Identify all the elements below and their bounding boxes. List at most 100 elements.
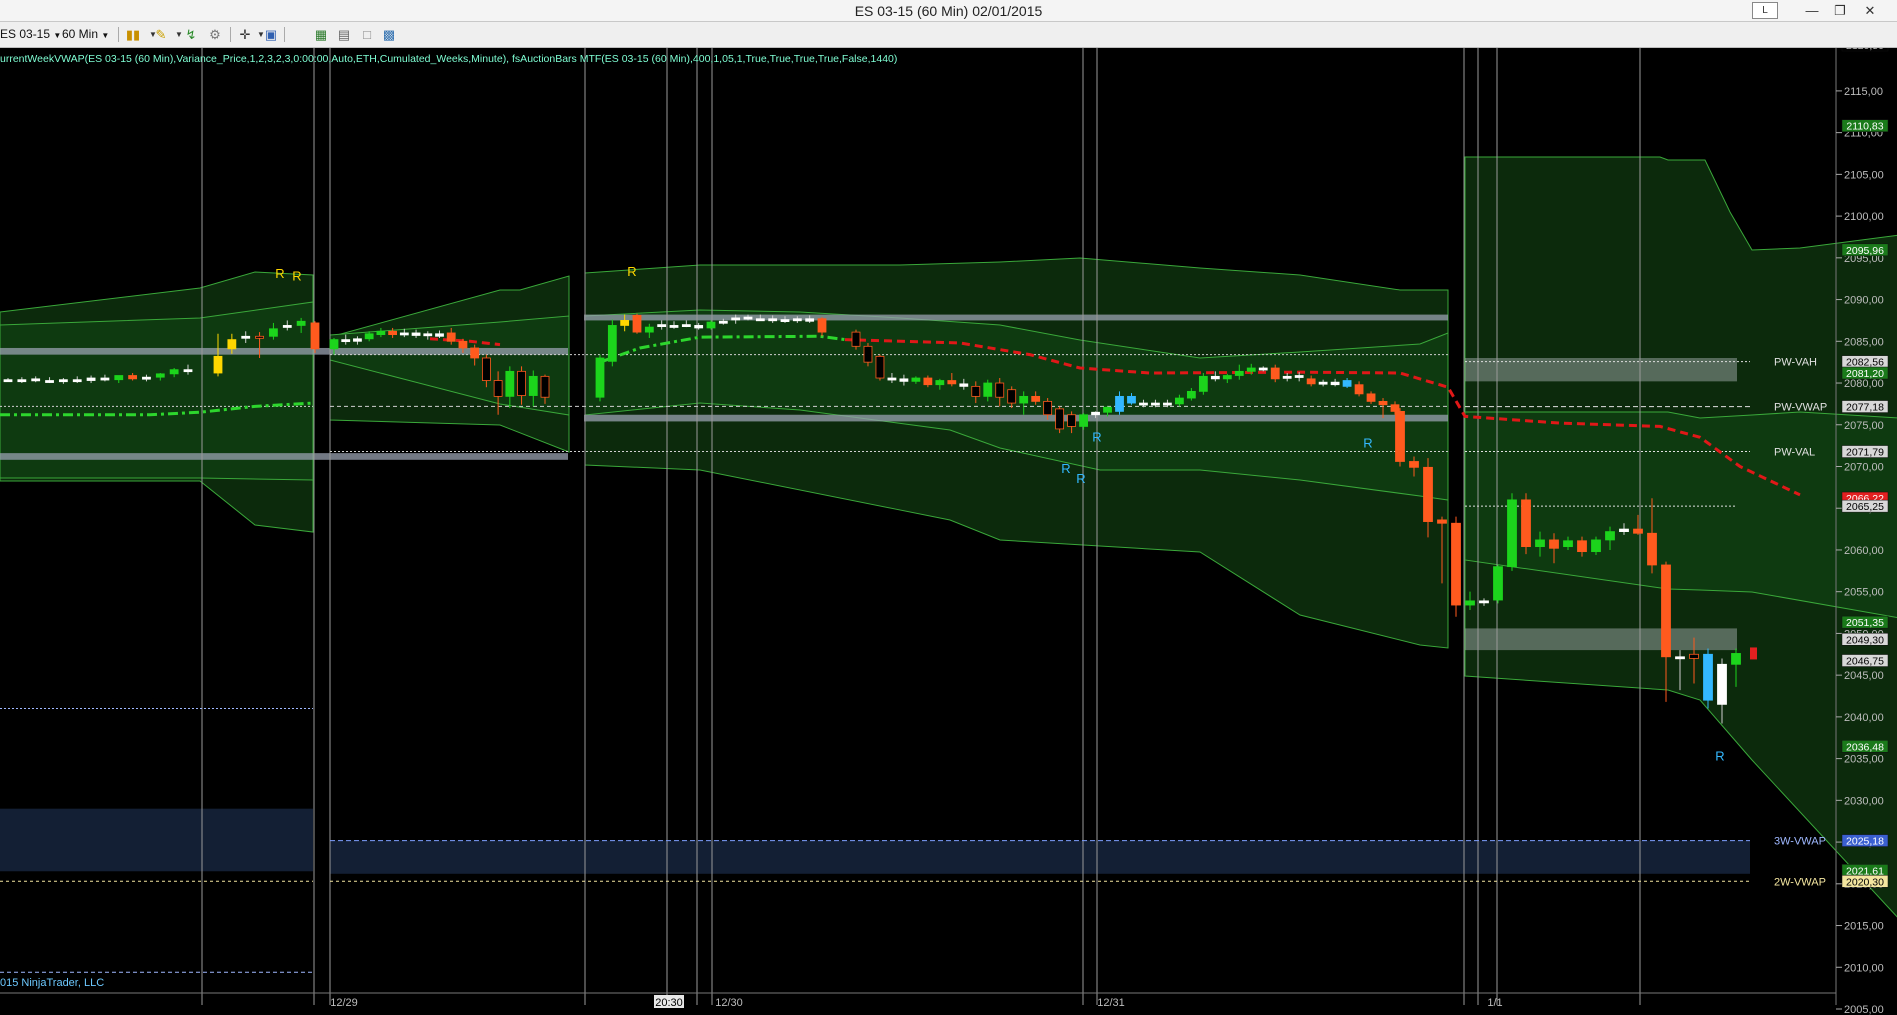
time-tick-label: 12/31 bbox=[1097, 997, 1125, 1009]
candle-body bbox=[493, 380, 503, 397]
candle-body bbox=[632, 315, 642, 333]
candle-body bbox=[282, 325, 292, 328]
lock-button[interactable]: L bbox=[1752, 2, 1778, 19]
price-tick-label: 2075,00 bbox=[1844, 420, 1884, 432]
chart-trader-icon[interactable]: ▤ bbox=[335, 26, 353, 43]
candle-body bbox=[607, 325, 617, 362]
candle-body bbox=[1091, 411, 1100, 416]
price-tick-label: 2090,00 bbox=[1844, 295, 1884, 307]
candle-body bbox=[923, 377, 933, 386]
candle-body bbox=[875, 355, 885, 379]
candle-body bbox=[1437, 519, 1447, 524]
candle-body bbox=[296, 320, 306, 326]
candle-body bbox=[1007, 389, 1017, 404]
candle-body bbox=[1282, 375, 1292, 379]
candle-body bbox=[1330, 381, 1340, 386]
candle-body bbox=[1549, 539, 1559, 549]
value-zone-bar bbox=[0, 347, 568, 355]
window-title: ES 03-15 (60 Min) 02/01/2015 bbox=[854, 3, 1043, 19]
r-marker: R bbox=[1076, 471, 1085, 486]
candle-body bbox=[694, 325, 704, 329]
candle-body bbox=[1507, 499, 1517, 568]
candle-body bbox=[1234, 370, 1244, 376]
r-marker: R bbox=[275, 266, 284, 281]
period-selector[interactable]: 60 Min ▼ bbox=[62, 26, 109, 43]
minimize-icon[interactable]: — bbox=[1798, 0, 1826, 21]
price-tick-label: 2040,00 bbox=[1844, 712, 1884, 724]
candle-body bbox=[1019, 395, 1029, 404]
drawing-pencil-icon[interactable]: ✎ bbox=[152, 26, 170, 43]
candle-body bbox=[780, 319, 790, 322]
candle-body bbox=[458, 340, 468, 349]
candle-body bbox=[1717, 663, 1727, 705]
candle-body bbox=[935, 380, 945, 386]
candle-body bbox=[86, 377, 96, 381]
candle-body bbox=[1186, 390, 1196, 399]
candle-body bbox=[114, 375, 124, 381]
candle-body bbox=[128, 375, 138, 380]
template-icon[interactable]: ▩ bbox=[380, 26, 398, 43]
candle-body bbox=[388, 330, 398, 336]
candle-body bbox=[155, 373, 165, 378]
candle-body bbox=[1535, 539, 1545, 548]
candle-body bbox=[1270, 367, 1280, 380]
candle-body bbox=[669, 325, 679, 328]
bar-style-icon[interactable]: ▮▮ bbox=[124, 26, 142, 43]
candle-body bbox=[1577, 540, 1587, 553]
time-axis[interactable]: 12/29 20:30 12/30 12/31 1/1 bbox=[0, 992, 1836, 1009]
candle-body bbox=[1139, 402, 1148, 406]
price-chart[interactable]: RRRRRRRR 2120,502115,002110,002105,00210… bbox=[0, 48, 1897, 1015]
candle-body bbox=[1198, 375, 1208, 392]
time-tick-label: 12/29 bbox=[330, 997, 358, 1009]
value-zone-bar bbox=[0, 453, 568, 460]
price-tick-label: 2070,00 bbox=[1844, 461, 1884, 473]
indicator-label: urrentWeekVWAP(ES 03-15 (60 Min),Varianc… bbox=[0, 53, 898, 65]
candle-body bbox=[1055, 408, 1065, 430]
level-label: 2W-VWAP bbox=[1774, 876, 1826, 888]
candle-body bbox=[1619, 528, 1629, 532]
price-tick-label: 2010,00 bbox=[1844, 962, 1884, 974]
price-tick-label: 2045,00 bbox=[1844, 670, 1884, 682]
candle-body bbox=[595, 357, 605, 398]
level-label: PW-VAH bbox=[1774, 357, 1817, 369]
candle-body bbox=[1493, 566, 1503, 601]
properties-icon[interactable]: ▦ bbox=[312, 26, 330, 43]
chart-toolbar: ES 03-15 ▼ 60 Min ▼ ▮▮ ▼ ✎ ▼ ↯ ⚙ ✛ ▼ ▣ ▦… bbox=[0, 22, 1897, 48]
level-label: PW-VWAP bbox=[1774, 402, 1827, 414]
close-icon[interactable]: ✕ bbox=[1856, 0, 1884, 21]
candle-body bbox=[1675, 656, 1685, 660]
instrument-selector[interactable]: ES 03-15 ▼ bbox=[0, 26, 61, 43]
candle-body bbox=[481, 357, 491, 381]
r-marker: R bbox=[1715, 748, 1724, 763]
candle-body bbox=[792, 318, 802, 322]
indicator-icon[interactable]: ↯ bbox=[182, 26, 200, 43]
candle-body bbox=[142, 376, 151, 380]
candle-body bbox=[411, 332, 421, 336]
chart-panel[interactable]: RRRRRRRR 2120,502115,002110,002105,00210… bbox=[0, 48, 1897, 1015]
restore-icon[interactable]: ❐ bbox=[1826, 0, 1854, 21]
candle-body bbox=[805, 318, 815, 322]
price-tick-label: 2060,00 bbox=[1844, 545, 1884, 557]
candle-body bbox=[1151, 402, 1160, 406]
candle-body bbox=[1079, 414, 1088, 427]
candle-body bbox=[1390, 404, 1400, 412]
candle-body bbox=[1591, 539, 1601, 553]
value-zone-box bbox=[1465, 628, 1737, 651]
candle-body bbox=[470, 347, 480, 359]
candle-body bbox=[620, 320, 630, 326]
candle-body bbox=[743, 316, 753, 320]
chevron-down-icon: ▼ bbox=[53, 31, 62, 40]
candle-body bbox=[1306, 378, 1316, 385]
candle-body bbox=[446, 332, 456, 342]
candle-body bbox=[1210, 375, 1220, 380]
price-badge-label: 2065,25 bbox=[1846, 501, 1884, 513]
zoom-icon[interactable]: ▣ bbox=[262, 26, 280, 43]
price-badge-label: 2077,18 bbox=[1846, 402, 1884, 414]
candle-body bbox=[995, 382, 1005, 398]
data-box-icon[interactable]: □ bbox=[358, 26, 376, 43]
value-zone-bar bbox=[584, 314, 1448, 321]
strategy-icon[interactable]: ⚙ bbox=[206, 26, 224, 43]
candle-body bbox=[364, 333, 374, 340]
candle-body bbox=[971, 385, 981, 397]
candle-body bbox=[269, 328, 278, 337]
